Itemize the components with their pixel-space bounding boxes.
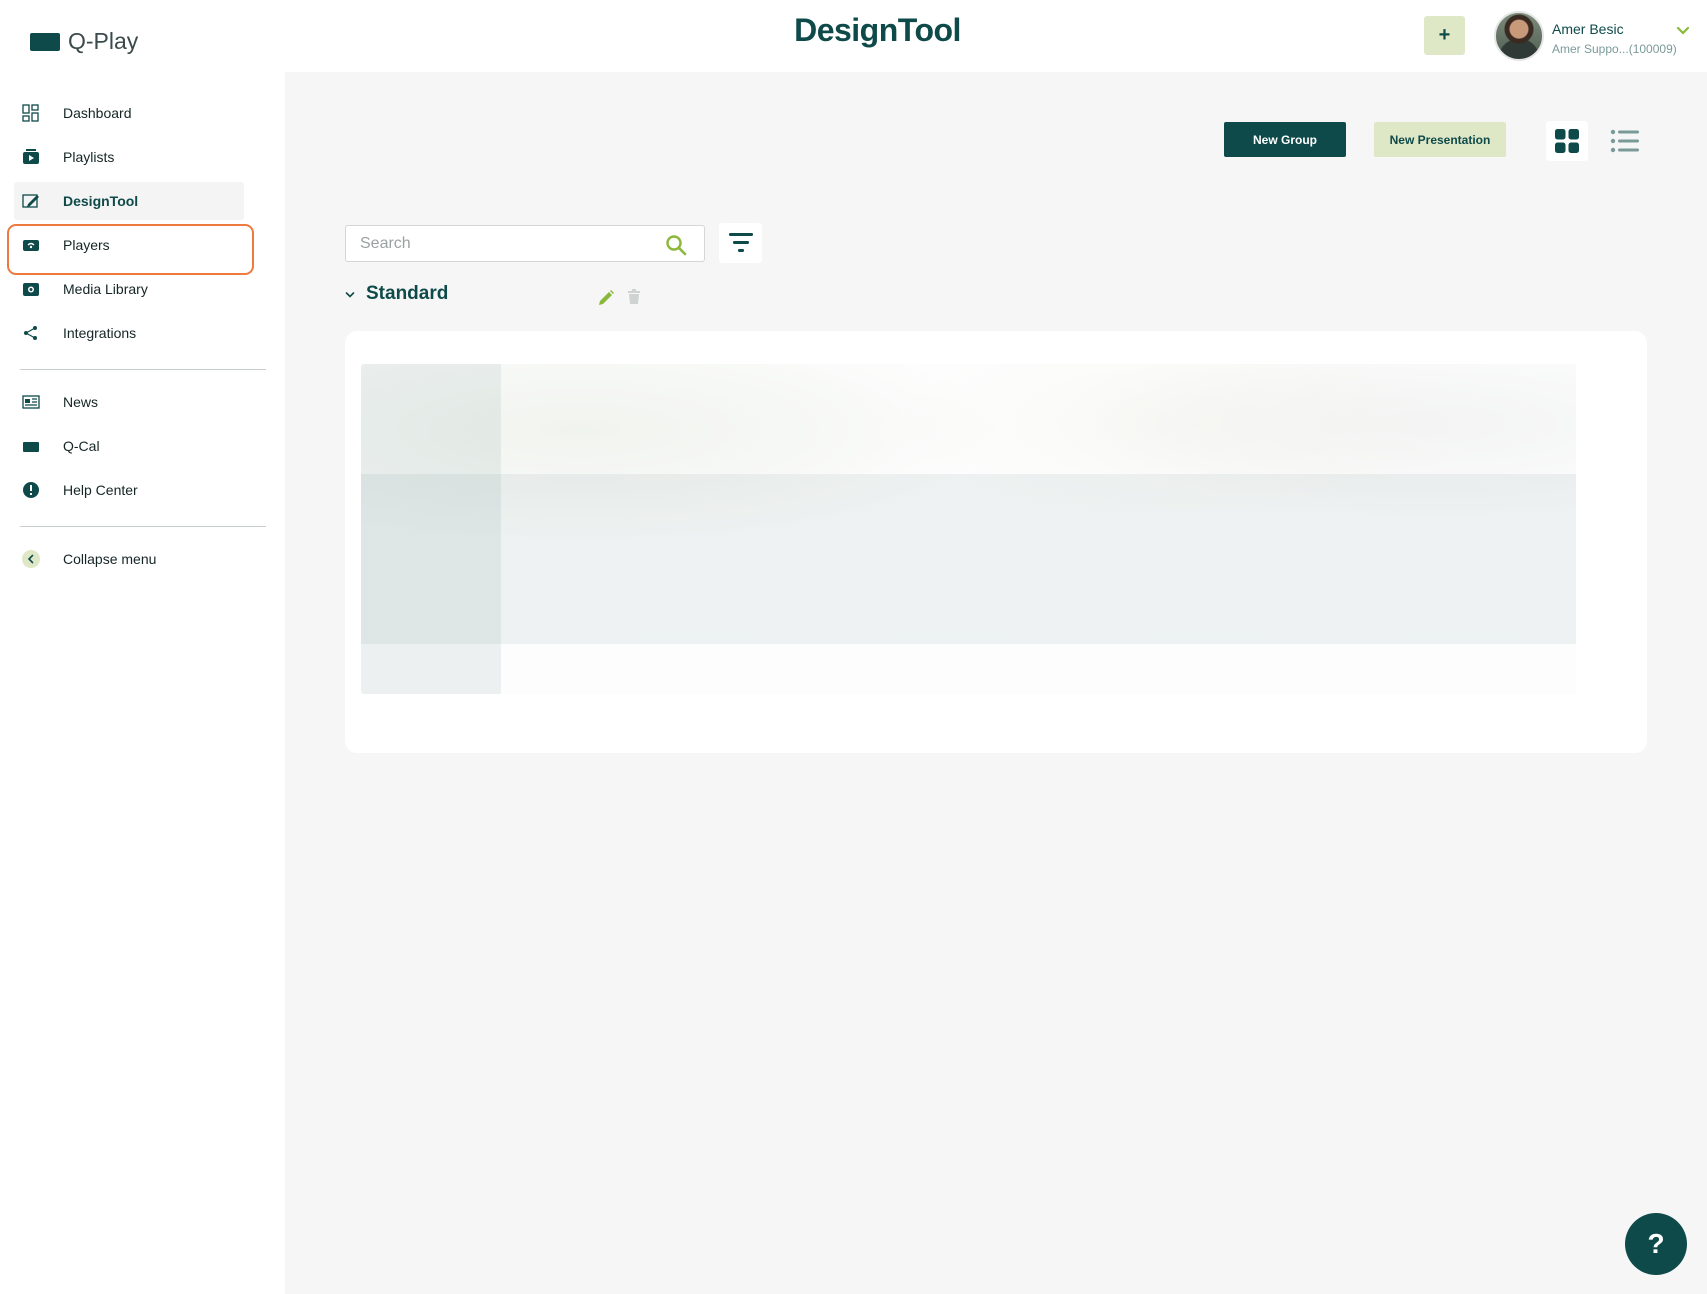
collapse-menu-button[interactable]: Collapse menu: [14, 540, 244, 578]
search-field[interactable]: [345, 225, 705, 262]
sidebar: Dashboard Playlists DesignTool Players M…: [0, 72, 285, 1294]
presentation-thumbnail[interactable]: [361, 364, 1576, 694]
top-bar: Q-Play DesignTool + Amer Besic Amer Supp…: [0, 0, 1707, 72]
pencil-icon[interactable]: [597, 289, 615, 307]
help-button[interactable]: ?: [1625, 1213, 1687, 1275]
list-view-icon: [1610, 129, 1639, 153]
media-library-icon: [23, 283, 39, 296]
design-tool-icon: [22, 194, 39, 208]
user-account: Amer Suppo...(100009): [1552, 42, 1677, 56]
sidebar-item-label: Help Center: [63, 482, 138, 498]
sidebar-item-label: Playlists: [63, 149, 115, 165]
filter-icon: [728, 233, 753, 252]
sidebar-item-label: Q-Cal: [63, 438, 100, 454]
presentation-card[interactable]: [345, 331, 1647, 753]
sidebar-item-media-library[interactable]: Media Library: [14, 270, 244, 308]
sidebar-item-label: News: [63, 394, 99, 410]
sidebar-item-integrations[interactable]: Integrations: [14, 314, 244, 352]
sidebar-item-label: Media Library: [63, 281, 148, 297]
list-view-button[interactable]: [1604, 121, 1646, 161]
filter-button[interactable]: [719, 223, 762, 263]
sidebar-item-label: Integrations: [63, 325, 137, 341]
sidebar-item-designtool[interactable]: DesignTool: [14, 182, 244, 220]
new-presentation-button[interactable]: New Presentation: [1374, 122, 1506, 157]
add-button[interactable]: +: [1424, 16, 1465, 55]
sidebar-item-label: DesignTool: [63, 193, 139, 209]
sidebar-divider: [20, 526, 266, 527]
search-icon[interactable]: [665, 234, 687, 256]
dashboard-icon: [22, 104, 39, 122]
chevron-down-icon[interactable]: [1676, 26, 1690, 36]
player-icon: [23, 240, 39, 251]
sidebar-item-news[interactable]: News: [14, 383, 244, 421]
collapse-menu-label: Collapse menu: [63, 551, 157, 567]
grid-view-button[interactable]: [1546, 121, 1588, 161]
search-input[interactable]: [360, 233, 650, 255]
sidebar-item-qcal[interactable]: Q-Cal: [14, 427, 244, 465]
help-center-icon: [23, 482, 39, 498]
sidebar-item-playlists[interactable]: Playlists: [14, 138, 244, 176]
trash-icon[interactable]: [627, 289, 641, 305]
sidebar-item-dashboard[interactable]: Dashboard: [14, 94, 244, 132]
avatar[interactable]: [1494, 11, 1544, 61]
sidebar-item-players[interactable]: Players: [14, 226, 244, 264]
playlist-icon: [23, 149, 39, 164]
new-group-button[interactable]: New Group: [1224, 122, 1346, 157]
group-title: Standard: [366, 283, 449, 304]
integrations-icon: [24, 326, 37, 340]
sidebar-divider: [20, 369, 266, 370]
qcal-icon: [23, 442, 39, 452]
sidebar-item-help-center[interactable]: Help Center: [14, 471, 244, 509]
sidebar-item-label: Players: [63, 237, 110, 253]
chevron-left-icon: [22, 550, 40, 568]
news-icon: [22, 395, 40, 409]
user-name[interactable]: Amer Besic: [1552, 21, 1624, 37]
grid-view-icon: [1555, 129, 1579, 153]
sidebar-item-label: Dashboard: [63, 105, 132, 121]
chevron-down-icon[interactable]: [345, 291, 355, 299]
